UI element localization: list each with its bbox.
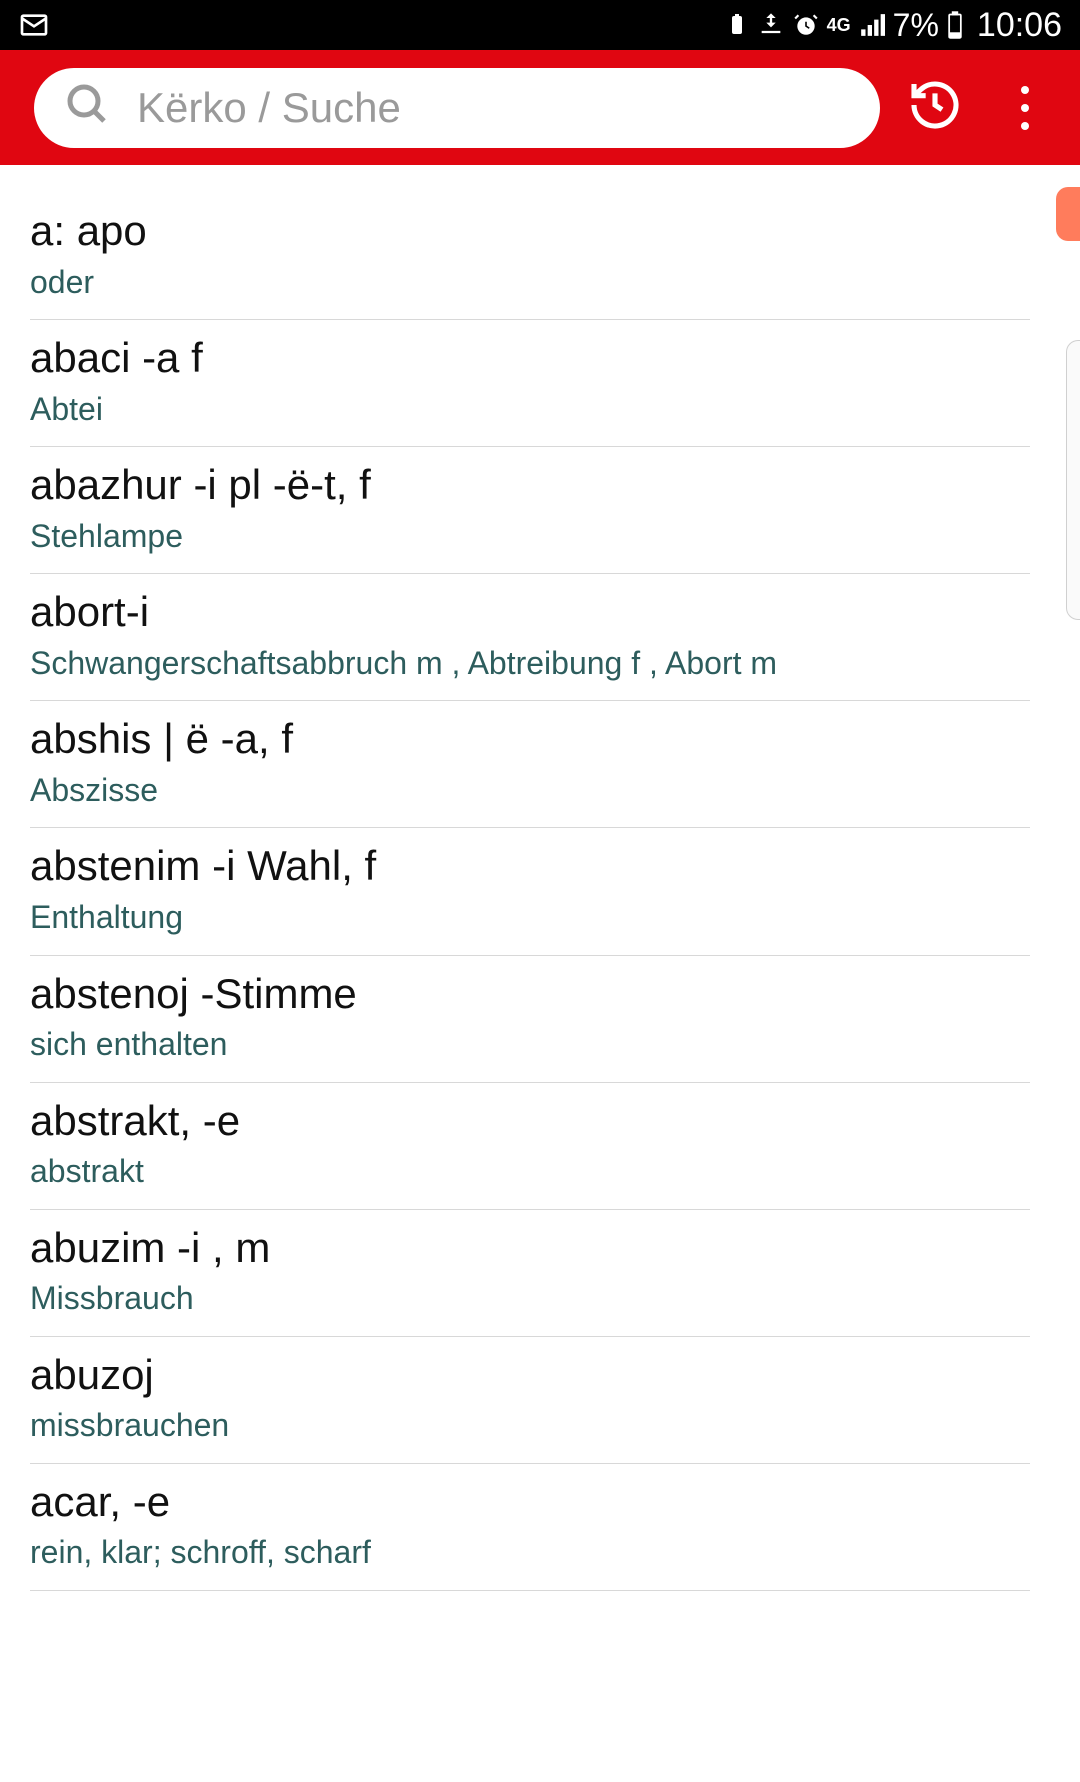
list-item[interactable]: abstrakt, -e abstrakt — [30, 1083, 1030, 1210]
clock: 10:06 — [977, 6, 1062, 45]
entry-definition: Schwangerschaftsabbruch m , Abtreibung f… — [30, 643, 1030, 685]
entry-word: abaci -a f — [30, 332, 1030, 385]
entry-definition: Stehlampe — [30, 516, 1030, 558]
app-bar — [0, 50, 1080, 165]
history-button[interactable] — [900, 73, 970, 143]
dictionary-list[interactable]: a: apo oder abaci -a f Abtei abazhur -i … — [0, 165, 1080, 1591]
entry-definition: Missbrauch — [30, 1278, 1030, 1320]
more-vert-icon — [1021, 86, 1029, 130]
entry-definition: Abtei — [30, 389, 1030, 431]
entry-definition: oder — [30, 262, 1030, 304]
list-item[interactable]: abstenoj -Stimme sich enthalten — [30, 956, 1030, 1083]
history-icon — [907, 77, 963, 138]
entry-word: abstenoj -Stimme — [30, 968, 1030, 1021]
fast-scroll-handle[interactable] — [1066, 340, 1080, 620]
search-input[interactable] — [137, 84, 850, 132]
entry-definition: sich enthalten — [30, 1024, 1030, 1066]
entry-word: abstenim -i Wahl, f — [30, 840, 1030, 893]
entry-definition: Enthaltung — [30, 897, 1030, 939]
entry-word: abuzoj — [30, 1349, 1030, 1402]
list-item[interactable]: abazhur -i pl -ë-t, f Stehlampe — [30, 447, 1030, 574]
entry-word: abstrakt, -e — [30, 1095, 1030, 1148]
list-item[interactable]: abuzim -i , m Missbrauch — [30, 1210, 1030, 1337]
status-right: 4G 7% 10:06 — [725, 6, 1062, 45]
entry-word: abshis | ë -a, f — [30, 713, 1030, 766]
status-left — [18, 9, 50, 41]
entry-definition: rein, klar; schroff, scharf — [30, 1532, 1030, 1574]
battery-percent: 7% — [893, 7, 939, 44]
scroll-indicator[interactable] — [1056, 187, 1080, 241]
entry-word: abuzim -i , m — [30, 1222, 1030, 1275]
list-item[interactable]: abshis | ë -a, f Abszisse — [30, 701, 1030, 828]
overflow-menu-button[interactable] — [990, 73, 1060, 143]
entry-definition: Abszisse — [30, 770, 1030, 812]
network-4g-icon: 4G — [827, 15, 851, 36]
alarm-icon — [793, 12, 819, 38]
list-item[interactable]: a: apo oder — [30, 195, 1030, 320]
list-item[interactable]: abuzoj missbrauchen — [30, 1337, 1030, 1464]
signal-icon — [859, 12, 885, 38]
network-label: 4G — [827, 15, 851, 36]
dictionary-list-area: a: apo oder abaci -a f Abtei abazhur -i … — [0, 165, 1080, 1782]
list-item[interactable]: abstenim -i Wahl, f Enthaltung — [30, 828, 1030, 955]
battery-icon — [947, 11, 963, 39]
vibrate-icon — [757, 11, 785, 39]
entry-word: a: apo — [30, 205, 1030, 258]
battery-saver-icon — [725, 13, 749, 37]
status-bar: 4G 7% 10:06 — [0, 0, 1080, 50]
entry-definition: abstrakt — [30, 1151, 1030, 1193]
entry-word: abort-i — [30, 586, 1030, 639]
mail-icon — [18, 9, 50, 41]
entry-word: abazhur -i pl -ë-t, f — [30, 459, 1030, 512]
search-icon — [64, 81, 112, 134]
entry-word: acar, -e — [30, 1476, 1030, 1529]
list-item[interactable]: acar, -e rein, klar; schroff, scharf — [30, 1464, 1030, 1591]
search-container[interactable] — [34, 68, 880, 148]
list-item[interactable]: abaci -a f Abtei — [30, 320, 1030, 447]
entry-definition: missbrauchen — [30, 1405, 1030, 1447]
list-item[interactable]: abort-i Schwangerschaftsabbruch m , Abtr… — [30, 574, 1030, 701]
